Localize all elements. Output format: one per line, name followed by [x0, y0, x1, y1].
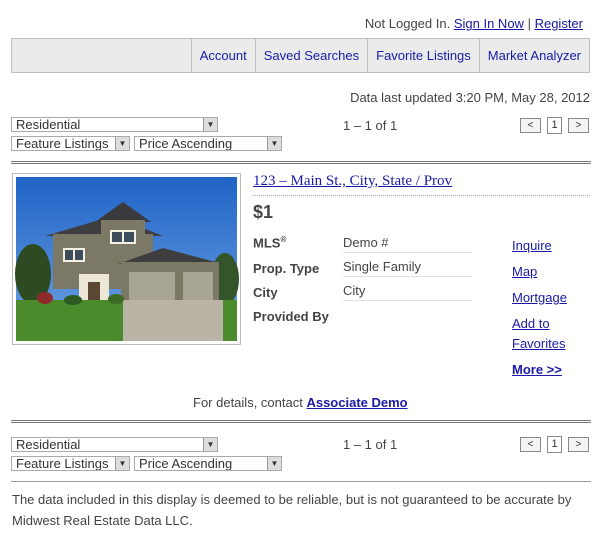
field-divider — [343, 276, 472, 277]
divider — [11, 420, 591, 423]
listing-type-value: Feature Listings — [16, 136, 109, 151]
title-divider — [253, 195, 590, 196]
contact-prefix: For details, contact — [193, 395, 303, 410]
tab-favorite-listings[interactable]: Favorite Listings — [367, 39, 479, 72]
next-page-button[interactable]: > — [568, 118, 589, 133]
sort-select-bottom[interactable]: Price Ascending ▼ — [134, 456, 282, 471]
main-nav: Account Saved Searches Favorite Listings… — [11, 38, 590, 73]
add-to-favorites-link-line2[interactable]: Favorites — [512, 336, 565, 351]
listing-price: $1 — [253, 202, 274, 222]
sort-select[interactable]: Price Ascending ▼ — [134, 136, 282, 151]
tab-saved-searches[interactable]: Saved Searches — [254, 39, 367, 72]
chevron-down-icon: ▼ — [267, 137, 281, 150]
field-divider — [343, 252, 472, 253]
field-value-city: City — [343, 283, 366, 298]
tab-account[interactable]: Account — [190, 39, 255, 72]
sign-in-link[interactable]: Sign In Now — [454, 16, 524, 31]
field-divider — [343, 300, 472, 301]
register-link[interactable]: Register — [535, 16, 583, 31]
field-label-prop-type: Prop. Type — [253, 261, 320, 276]
listing-type-select-bottom[interactable]: Feature Listings ▼ — [11, 456, 130, 471]
tab-market-analyzer[interactable]: Market Analyzer — [478, 39, 589, 72]
login-bar: Not Logged In. Sign In Now | Register — [365, 16, 583, 31]
result-count-bottom: 1 – 1 of 1 — [343, 437, 398, 452]
registered-mark: ® — [280, 235, 287, 244]
chevron-down-icon: ▼ — [203, 118, 217, 131]
field-value-mls: Demo # — [343, 235, 389, 250]
login-separator: | — [527, 16, 531, 31]
inquire-link[interactable]: Inquire — [512, 238, 552, 253]
property-type-value: Residential — [16, 437, 81, 452]
listing-type-value: Feature Listings — [16, 456, 109, 471]
add-to-favorites-link[interactable]: Add to — [512, 316, 550, 331]
next-page-button-bottom[interactable]: > — [568, 437, 589, 452]
field-value-prop-type: Single Family — [343, 259, 422, 274]
listing-photo[interactable] — [12, 173, 241, 345]
map-link[interactable]: Map — [512, 264, 537, 279]
more-link[interactable]: More >> — [512, 362, 562, 377]
property-type-value: Residential — [16, 117, 81, 132]
listing-type-select[interactable]: Feature Listings ▼ — [11, 136, 130, 151]
property-type-select[interactable]: Residential ▼ — [11, 117, 218, 132]
divider — [11, 481, 591, 482]
chevron-down-icon: ▼ — [267, 457, 281, 470]
chevron-down-icon: ▼ — [115, 137, 129, 150]
sort-value: Price Ascending — [139, 136, 233, 151]
field-label-provided-by: Provided By — [253, 309, 329, 324]
contact-line: For details, contact Associate Demo — [193, 395, 408, 410]
prev-page-button-bottom[interactable]: < — [520, 437, 541, 452]
sort-value: Price Ascending — [139, 456, 233, 471]
prev-page-button[interactable]: < — [520, 118, 541, 133]
chevron-down-icon: ▼ — [203, 438, 217, 451]
page-number-input-bottom[interactable]: 1 — [547, 436, 562, 453]
login-status: Not Logged In. — [364, 16, 451, 31]
data-updated-text: Data last updated 3:20 PM, May 28, 2012 — [350, 90, 590, 105]
house-image — [15, 177, 239, 341]
listing-address-link[interactable]: 123 – Main St., City, State / Prov — [253, 173, 452, 190]
divider — [11, 161, 591, 164]
disclaimer-text: The data included in this display is dee… — [12, 492, 572, 528]
chevron-down-icon: ▼ — [115, 457, 129, 470]
mortgage-link[interactable]: Mortgage — [512, 290, 567, 305]
page-number-input[interactable]: 1 — [547, 117, 562, 134]
property-type-select-bottom[interactable]: Residential ▼ — [11, 437, 218, 452]
result-count: 1 – 1 of 1 — [343, 118, 398, 133]
field-label-mls: MLS® — [253, 235, 287, 251]
associate-link[interactable]: Associate Demo — [306, 395, 407, 410]
field-label-city: City — [253, 285, 278, 300]
